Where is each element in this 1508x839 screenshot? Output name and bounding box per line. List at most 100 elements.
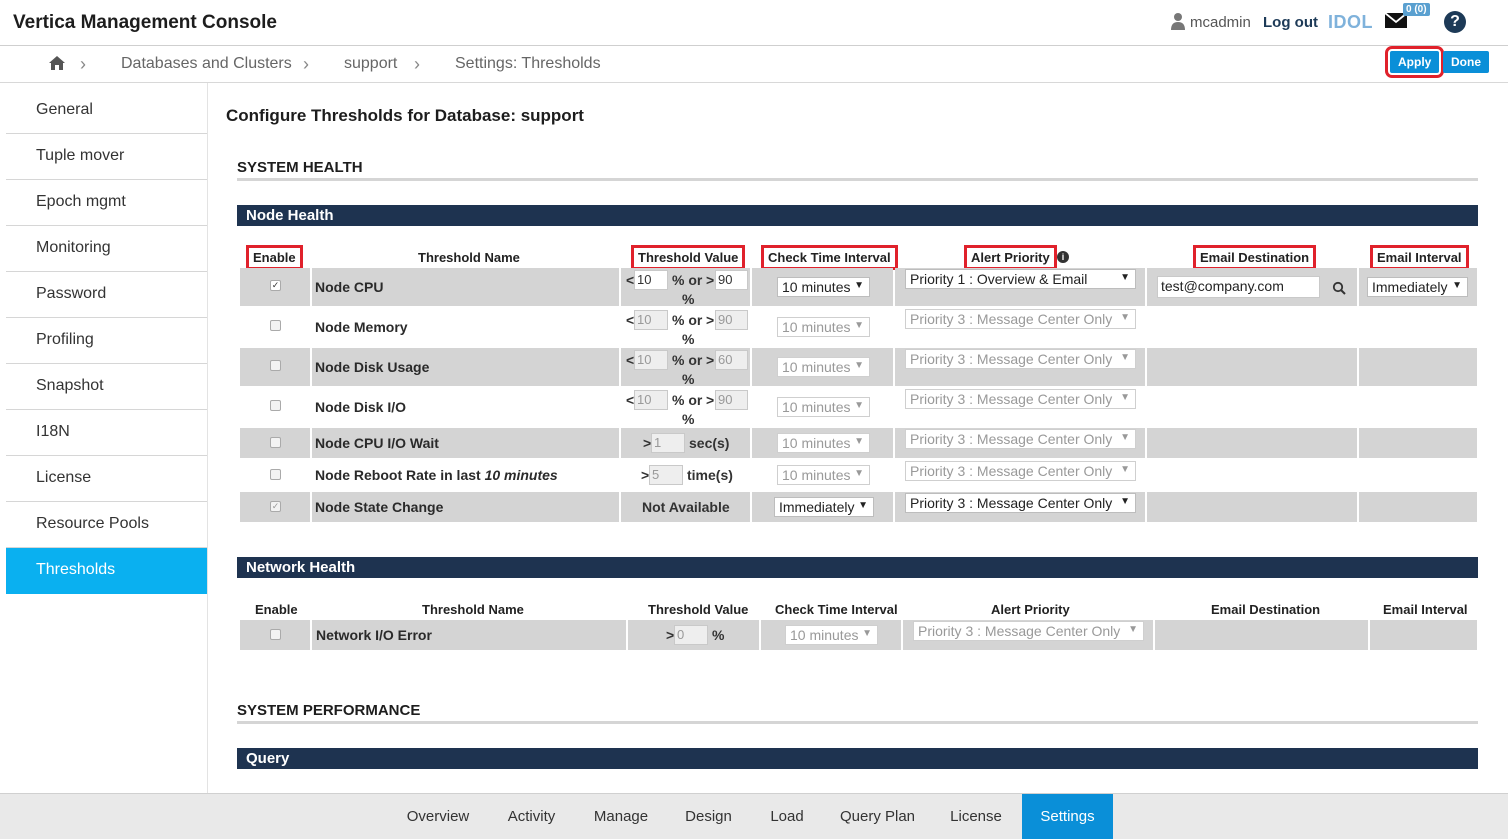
home-icon[interactable]	[48, 55, 66, 71]
alert-priority-select[interactable]: Priority 3 : Message Center Only ▼	[905, 389, 1136, 409]
check-interval-select[interactable]: 10 minutes ▼	[777, 465, 870, 485]
dropdown-arrow-icon: ▼	[1120, 272, 1130, 283]
threshold-name: Node Disk Usage	[315, 359, 430, 375]
alert-priority-select[interactable]: Priority 3 : Message Center Only ▼	[905, 493, 1136, 513]
high-threshold-input[interactable]: 90	[715, 310, 748, 330]
breadcrumb-databases[interactable]: Databases and Clusters	[121, 55, 292, 73]
sidebar-item-general[interactable]: General	[6, 88, 207, 134]
alert-priority-select[interactable]: Priority 3 : Message Center Only ▼	[905, 429, 1136, 449]
sidebar-item-password[interactable]: Password	[6, 272, 207, 318]
section-divider	[237, 178, 1478, 181]
low-threshold-input[interactable]: 10	[634, 350, 668, 370]
breadcrumb-support[interactable]: support	[344, 55, 397, 73]
dropdown-arrow-icon: ▼	[862, 628, 872, 639]
check-interval-select[interactable]: 10 minutes ▼	[777, 277, 870, 297]
sidebar-item-tuple-mover[interactable]: Tuple mover	[6, 134, 207, 180]
chevron-right-icon: ›	[414, 54, 420, 74]
info-icon[interactable]: i	[1057, 251, 1069, 263]
tab-settings[interactable]: Settings	[1022, 794, 1113, 839]
apply-button[interactable]: Apply	[1384, 46, 1445, 78]
check-interval-select[interactable]: 10 minutes ▼	[777, 397, 870, 417]
table-row: Node Memory < 10 % or > 90 % 10 minutes ▼…	[240, 308, 1477, 347]
dropdown-arrow-icon: ▼	[1128, 624, 1138, 635]
sidebar-item-thresholds[interactable]: Thresholds	[6, 548, 207, 594]
top-bar: Vertica Management Console mcadmin Log o…	[0, 0, 1508, 46]
done-button[interactable]: Done	[1443, 51, 1489, 73]
enable-checkbox[interactable]	[270, 437, 281, 448]
low-threshold-input[interactable]: 10	[634, 270, 668, 290]
low-threshold-input[interactable]: 10	[634, 310, 668, 330]
search-icon[interactable]	[1332, 281, 1346, 295]
threshold-name: Network I/O Error	[316, 627, 432, 643]
tab-overview[interactable]: Overview	[394, 794, 482, 839]
header-enable: Enable	[246, 245, 303, 270]
header-threshold-value: Threshold Value	[648, 602, 749, 617]
sidebar-item-snapshot[interactable]: Snapshot	[6, 364, 207, 410]
tab-design[interactable]: Design	[672, 794, 745, 839]
system-performance-title: SYSTEM PERFORMANCE	[237, 702, 421, 719]
header-check-time-interval: Check Time Interval	[775, 602, 898, 617]
enable-checkbox[interactable]	[270, 629, 281, 640]
sidebar-item-monitoring[interactable]: Monitoring	[6, 226, 207, 272]
help-icon[interactable]: ?	[1444, 11, 1466, 33]
tab-activity[interactable]: Activity	[493, 794, 570, 839]
tab-manage[interactable]: Manage	[583, 794, 659, 839]
alert-priority-select[interactable]: Priority 3 : Message Center Only ▼	[905, 309, 1136, 329]
alert-priority-select[interactable]: Priority 3 : Message Center Only ▼	[913, 621, 1144, 641]
dropdown-arrow-icon: ▼	[1120, 464, 1130, 475]
high-threshold-input[interactable]: 90	[715, 390, 748, 410]
threshold-name: Node Memory	[315, 319, 408, 335]
threshold-input[interactable]: 0	[674, 625, 708, 645]
dropdown-arrow-icon: ▼	[1120, 496, 1130, 507]
email-interval-select[interactable]: Immediately ▼	[1367, 277, 1468, 297]
tab-license[interactable]: License	[940, 794, 1012, 839]
high-threshold-input[interactable]: 90	[715, 270, 748, 290]
enable-checkbox[interactable]: ✓	[270, 501, 281, 512]
email-destination-input[interactable]: test@company.com	[1157, 276, 1320, 298]
high-threshold-input[interactable]: 60	[715, 350, 748, 370]
enable-checkbox[interactable]	[270, 360, 281, 371]
threshold-name: Node Reboot Rate in last 10 minutes	[315, 467, 558, 483]
sidebar-item-i18n[interactable]: I18N	[6, 410, 207, 456]
threshold-name: Node Disk I/O	[315, 399, 407, 415]
settings-sidebar: General Tuple mover Epoch mgmt Monitorin…	[6, 88, 207, 594]
low-threshold-input[interactable]: 10	[634, 390, 668, 410]
check-interval-select[interactable]: 10 minutes ▼	[777, 357, 870, 377]
dropdown-arrow-icon: ▼	[854, 468, 864, 479]
alert-priority-select[interactable]: Priority 3 : Message Center Only ▼	[905, 349, 1136, 369]
sidebar-item-profiling[interactable]: Profiling	[6, 318, 207, 364]
header-alert-priority: Alert Priority	[991, 602, 1070, 617]
bottom-tab-bar: Overview Activity Manage Design Load Que…	[0, 793, 1508, 839]
enable-checkbox[interactable]	[270, 400, 281, 411]
check-interval-select[interactable]: 10 minutes ▼	[777, 317, 870, 337]
table-row: Node Disk Usage < 10 % or > 60 % 10 minu…	[240, 348, 1477, 387]
logout-link[interactable]: Log out	[1263, 14, 1318, 31]
header-threshold-name: Threshold Name	[422, 602, 524, 617]
dropdown-arrow-icon: ▼	[854, 320, 864, 331]
breadcrumb-settings-thresholds: Settings: Thresholds	[455, 55, 601, 72]
sidebar-item-license[interactable]: License	[6, 456, 207, 502]
page-title: Configure Thresholds for Database: suppo…	[226, 106, 584, 125]
enable-checkbox[interactable]	[270, 320, 281, 331]
dropdown-arrow-icon: ▼	[1120, 432, 1130, 443]
enable-checkbox[interactable]: ✓	[270, 280, 281, 291]
check-interval-select[interactable]: Immediately ▼	[774, 497, 874, 517]
user-icon	[1171, 13, 1185, 30]
enable-checkbox[interactable]	[270, 469, 281, 480]
table-row: Node Disk I/O < 10 % or > 90 % 10 minute…	[240, 388, 1477, 427]
header-email-interval: Email Interval	[1370, 245, 1469, 270]
idol-link[interactable]: IDOL	[1328, 12, 1373, 33]
username[interactable]: mcadmin	[1190, 14, 1251, 31]
alert-priority-select[interactable]: Priority 1 : Overview & Email ▼	[905, 269, 1136, 289]
alert-priority-select[interactable]: Priority 3 : Message Center Only ▼	[905, 461, 1136, 481]
threshold-input[interactable]: 5	[649, 465, 683, 485]
header-enable: Enable	[255, 602, 298, 617]
check-interval-select[interactable]: 10 minutes ▼	[785, 625, 878, 645]
check-interval-select[interactable]: 10 minutes ▼	[777, 433, 870, 453]
sidebar-item-resource-pools[interactable]: Resource Pools	[6, 502, 207, 548]
tab-load[interactable]: Load	[760, 794, 814, 839]
dropdown-arrow-icon: ▼	[1120, 392, 1130, 403]
threshold-input[interactable]: 1	[651, 433, 685, 453]
sidebar-item-epoch-mgmt[interactable]: Epoch mgmt	[6, 180, 207, 226]
tab-query-plan[interactable]: Query Plan	[832, 794, 923, 839]
